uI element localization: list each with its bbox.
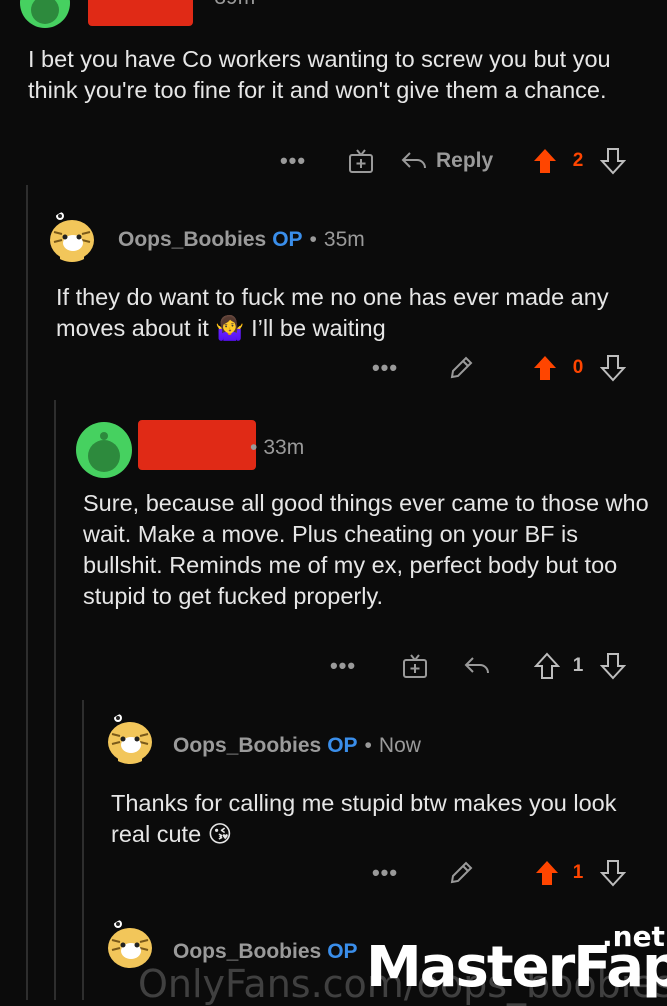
reply-icon [401, 152, 426, 169]
pencil-icon [450, 861, 473, 884]
upvote-icon [534, 149, 556, 173]
comment-meta: Oops_Boobies OP • Now [173, 734, 421, 758]
reply-button[interactable] [460, 646, 494, 686]
separator-dot: • [200, 0, 207, 10]
more-options-button[interactable]: ••• [368, 853, 402, 893]
thread-line [54, 400, 56, 1000]
upvote-button[interactable] [530, 141, 560, 181]
more-options-button[interactable]: ••• [276, 141, 310, 181]
comment-body: Thanks for calling me stupid btw makes y… [111, 790, 617, 847]
separator-dot: • [309, 228, 317, 251]
username[interactable]: Oops_Boobies [118, 228, 266, 252]
upvote-icon [534, 356, 556, 380]
vote-count: 2 [572, 150, 584, 171]
comment-actions: ••• 1 [0, 853, 667, 893]
downvote-icon [600, 860, 626, 887]
vote-count: 1 [572, 655, 584, 676]
comment-meta: Oops_Boobies OP [173, 940, 358, 964]
brand-watermark-suffix: .net [602, 920, 665, 953]
op-badge: OP [327, 940, 358, 963]
comment-meta: • 39m [193, 0, 255, 10]
award-icon[interactable] [400, 646, 430, 686]
more-options-button[interactable]: ••• [326, 646, 360, 686]
avatar[interactable] [104, 712, 156, 764]
comment-meta: • 33m [250, 436, 304, 460]
comment-body: I bet you have Co workers wanting to scr… [28, 46, 611, 103]
comment-body: If they do want to fuck me no one has ev… [56, 284, 609, 341]
timestamp: 35m [323, 228, 365, 251]
downvote-button[interactable] [598, 141, 628, 181]
separator-dot: • [364, 734, 372, 757]
comment-actions: ••• Reply 2 [0, 141, 667, 181]
downvote-button[interactable] [598, 348, 628, 388]
separator-dot: • [250, 436, 258, 459]
upvote-button[interactable] [532, 646, 562, 686]
downvote-button[interactable] [598, 646, 628, 686]
reply-button[interactable]: Reply [400, 141, 500, 181]
timestamp: 39m [214, 0, 255, 10]
award-icon[interactable] [346, 141, 376, 181]
avatar[interactable] [20, 0, 70, 28]
vote-count: 1 [572, 862, 584, 883]
edit-button[interactable] [446, 853, 476, 893]
downvote-icon [600, 148, 626, 175]
op-badge: OP [327, 734, 358, 757]
comment-body: Sure, because all good things ever came … [83, 490, 649, 609]
downvote-button[interactable] [598, 853, 628, 893]
op-badge: OP [272, 228, 303, 251]
timestamp: 33m [263, 436, 305, 459]
redacted-username [88, 0, 193, 26]
timestamp: Now [378, 734, 421, 757]
reply-icon [464, 657, 489, 674]
vote-count: 0 [572, 357, 584, 378]
upvote-button[interactable] [532, 853, 562, 893]
thread-line [82, 700, 84, 1000]
avatar[interactable] [76, 422, 132, 478]
comment-actions: ••• 0 [0, 348, 667, 388]
username[interactable]: Oops_Boobies [173, 940, 321, 964]
comment-actions: ••• 1 [0, 646, 667, 686]
downvote-icon [600, 653, 626, 680]
username[interactable]: Oops_Boobies [173, 734, 321, 758]
redacted-username [138, 420, 256, 470]
upvote-button[interactable] [530, 348, 560, 388]
comment-meta: Oops_Boobies OP • 35m [118, 228, 365, 252]
avatar[interactable] [46, 210, 98, 262]
upvote-icon [536, 861, 558, 885]
pencil-icon [450, 356, 473, 379]
upvote-icon [534, 652, 560, 679]
reply-label: Reply [436, 149, 494, 172]
downvote-icon [600, 355, 626, 382]
more-options-button[interactable]: ••• [368, 348, 402, 388]
edit-button[interactable] [446, 348, 476, 388]
